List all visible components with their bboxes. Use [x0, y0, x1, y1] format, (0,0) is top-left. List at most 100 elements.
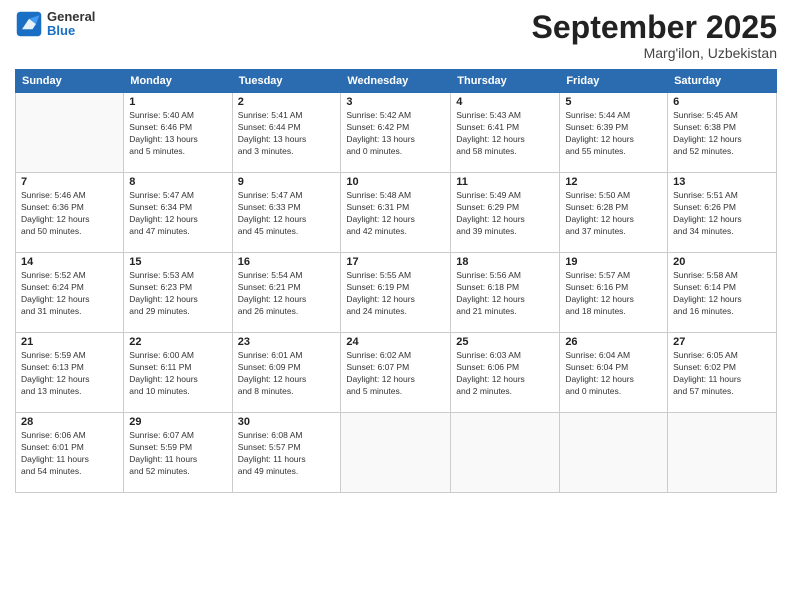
logo-blue: Blue [47, 24, 95, 38]
day-number: 9 [238, 176, 336, 188]
week-row-1: 1Sunrise: 5:40 AMSunset: 6:46 PMDaylight… [16, 93, 777, 173]
day-info: Sunrise: 5:41 AMSunset: 6:44 PMDaylight:… [238, 110, 336, 158]
day-number: 14 [21, 256, 118, 268]
logo-text: General Blue [47, 10, 95, 39]
day-cell: 9 Sunrise: 5:47 AMSunset: 6:33 PMDaylight… [232, 173, 341, 253]
day-info: Sunrise: 5:51 AMSunset: 6:26 PMDaylight:… [673, 190, 771, 238]
day-info: Sunrise: 6:01 AMSunset: 6:09 PMDaylight:… [238, 350, 336, 398]
day-info: Sunrise: 5:48 AMSunset: 6:31 PMDaylight:… [346, 190, 445, 238]
weekday-header-friday: Friday [560, 70, 668, 93]
logo-general: General [47, 10, 95, 24]
day-info: Sunrise: 6:00 AMSunset: 6:11 PMDaylight:… [129, 350, 226, 398]
weekday-header-sunday: Sunday [16, 70, 124, 93]
day-cell: 11 Sunrise: 5:49 AMSunset: 6:29 PMDayligh… [451, 173, 560, 253]
day-cell: 1Sunrise: 5:40 AMSunset: 6:46 PMDaylight… [124, 93, 232, 173]
weekday-header-thursday: Thursday [451, 70, 560, 93]
day-info: Sunrise: 5:46 AMSunset: 6:36 PMDaylight:… [21, 190, 118, 238]
day-cell: 13 Sunrise: 5:51 AMSunset: 6:26 PMDayligh… [668, 173, 777, 253]
day-info: Sunrise: 5:42 AMSunset: 6:42 PMDaylight:… [346, 110, 445, 158]
day-number: 22 [129, 336, 226, 348]
day-info: Sunrise: 5:55 AMSunset: 6:19 PMDaylight:… [346, 270, 445, 318]
day-number: 16 [238, 256, 336, 268]
day-info: Sunrise: 5:49 AMSunset: 6:29 PMDaylight:… [456, 190, 554, 238]
day-info: Sunrise: 5:47 AMSunset: 6:33 PMDaylight:… [238, 190, 336, 238]
day-cell: 27 Sunrise: 6:05 AMSunset: 6:02 PMDayligh… [668, 333, 777, 413]
weekday-header-tuesday: Tuesday [232, 70, 341, 93]
week-row-5: 28Sunrise: 6:06 AMSunset: 6:01 PMDayligh… [16, 413, 777, 493]
day-cell [560, 413, 668, 493]
day-number: 15 [129, 256, 226, 268]
day-info: Sunrise: 5:50 AMSunset: 6:28 PMDaylight:… [565, 190, 662, 238]
day-cell: 10 Sunrise: 5:48 AMSunset: 6:31 PMDayligh… [341, 173, 451, 253]
day-info: Sunrise: 6:07 AMSunset: 5:59 PMDaylight:… [129, 430, 226, 478]
day-cell: 26Sunrise: 6:04 AMSunset: 6:04 PMDayligh… [560, 333, 668, 413]
day-number: 7 [21, 176, 118, 188]
day-number: 20 [673, 256, 771, 268]
day-info: Sunrise: 5:47 AMSunset: 6:34 PMDaylight:… [129, 190, 226, 238]
week-row-2: 7 Sunrise: 5:46 AMSunset: 6:36 PMDaylight… [16, 173, 777, 253]
day-cell: 3 Sunrise: 5:42 AMSunset: 6:42 PMDaylight… [341, 93, 451, 173]
day-cell: 4Sunrise: 5:43 AMSunset: 6:41 PMDaylight… [451, 93, 560, 173]
day-cell: 6Sunrise: 5:45 AMSunset: 6:38 PMDaylight… [668, 93, 777, 173]
day-cell: 5Sunrise: 5:44 AMSunset: 6:39 PMDaylight… [560, 93, 668, 173]
day-number: 19 [565, 256, 662, 268]
day-number: 21 [21, 336, 118, 348]
weekday-header-monday: Monday [124, 70, 232, 93]
day-info: Sunrise: 6:05 AMSunset: 6:02 PMDaylight:… [673, 350, 771, 398]
day-number: 28 [21, 416, 118, 428]
day-cell: 25 Sunrise: 6:03 AMSunset: 6:06 PMDayligh… [451, 333, 560, 413]
day-cell: 30Sunrise: 6:08 AMSunset: 5:57 PMDayligh… [232, 413, 341, 493]
day-cell: 20 Sunrise: 5:58 AMSunset: 6:14 PMDayligh… [668, 253, 777, 333]
day-cell: 18Sunrise: 5:56 AMSunset: 6:18 PMDayligh… [451, 253, 560, 333]
day-cell [451, 413, 560, 493]
day-info: Sunrise: 5:58 AMSunset: 6:14 PMDaylight:… [673, 270, 771, 318]
week-row-4: 21 Sunrise: 5:59 AMSunset: 6:13 PMDayligh… [16, 333, 777, 413]
day-number: 4 [456, 96, 554, 108]
day-cell: 15 Sunrise: 5:53 AMSunset: 6:23 PMDayligh… [124, 253, 232, 333]
day-number: 10 [346, 176, 445, 188]
day-cell: 2 Sunrise: 5:41 AMSunset: 6:44 PMDaylight… [232, 93, 341, 173]
day-number: 27 [673, 336, 771, 348]
day-info: Sunrise: 5:57 AMSunset: 6:16 PMDaylight:… [565, 270, 662, 318]
day-number: 17 [346, 256, 445, 268]
day-cell [668, 413, 777, 493]
day-cell: 19 Sunrise: 5:57 AMSunset: 6:16 PMDayligh… [560, 253, 668, 333]
day-info: Sunrise: 6:02 AMSunset: 6:07 PMDaylight:… [346, 350, 445, 398]
month-title: September 2025 [532, 10, 777, 45]
logo-icon [15, 10, 43, 38]
day-number: 25 [456, 336, 554, 348]
day-cell [341, 413, 451, 493]
day-number: 12 [565, 176, 662, 188]
day-number: 29 [129, 416, 226, 428]
day-number: 11 [456, 176, 554, 188]
logo: General Blue [15, 10, 95, 39]
day-cell: 22 Sunrise: 6:00 AMSunset: 6:11 PMDayligh… [124, 333, 232, 413]
weekday-header-saturday: Saturday [668, 70, 777, 93]
day-info: Sunrise: 5:40 AMSunset: 6:46 PMDaylight:… [129, 110, 226, 158]
day-number: 3 [346, 96, 445, 108]
day-info: Sunrise: 5:54 AMSunset: 6:21 PMDaylight:… [238, 270, 336, 318]
day-info: Sunrise: 5:59 AMSunset: 6:13 PMDaylight:… [21, 350, 118, 398]
day-cell: 16 Sunrise: 5:54 AMSunset: 6:21 PMDayligh… [232, 253, 341, 333]
day-cell: 28Sunrise: 6:06 AMSunset: 6:01 PMDayligh… [16, 413, 124, 493]
day-info: Sunrise: 5:53 AMSunset: 6:23 PMDaylight:… [129, 270, 226, 318]
day-number: 8 [129, 176, 226, 188]
day-cell [16, 93, 124, 173]
weekday-header-wednesday: Wednesday [341, 70, 451, 93]
day-info: Sunrise: 5:56 AMSunset: 6:18 PMDaylight:… [456, 270, 554, 318]
day-number: 30 [238, 416, 336, 428]
day-cell: 12 Sunrise: 5:50 AMSunset: 6:28 PMDayligh… [560, 173, 668, 253]
day-info: Sunrise: 6:04 AMSunset: 6:04 PMDaylight:… [565, 350, 662, 398]
day-cell: 21 Sunrise: 5:59 AMSunset: 6:13 PMDayligh… [16, 333, 124, 413]
weekday-header-row: SundayMondayTuesdayWednesdayThursdayFrid… [16, 70, 777, 93]
day-cell: 29 Sunrise: 6:07 AMSunset: 5:59 PMDayligh… [124, 413, 232, 493]
day-info: Sunrise: 6:03 AMSunset: 6:06 PMDaylight:… [456, 350, 554, 398]
day-number: 2 [238, 96, 336, 108]
location: Marg'ilon, Uzbekistan [532, 45, 777, 61]
page-header: General Blue September 2025 Marg'ilon, U… [15, 10, 777, 61]
day-info: Sunrise: 5:45 AMSunset: 6:38 PMDaylight:… [673, 110, 771, 158]
day-cell: 23Sunrise: 6:01 AMSunset: 6:09 PMDayligh… [232, 333, 341, 413]
day-number: 13 [673, 176, 771, 188]
day-cell: 7 Sunrise: 5:46 AMSunset: 6:36 PMDaylight… [16, 173, 124, 253]
day-cell: 17 Sunrise: 5:55 AMSunset: 6:19 PMDayligh… [341, 253, 451, 333]
